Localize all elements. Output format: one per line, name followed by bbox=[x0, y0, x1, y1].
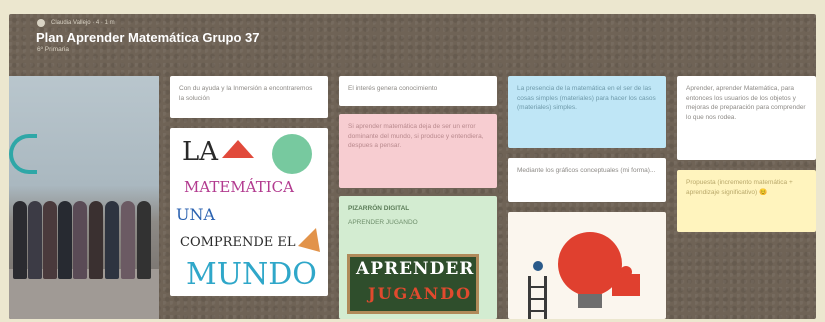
collage-card[interactable]: LA MATEMÁTICA UNA COMPRENDE EL MUNDO bbox=[170, 128, 328, 296]
author-avatar bbox=[37, 19, 45, 27]
sign-bottom-text: JUGANDO bbox=[368, 284, 473, 303]
aprender-jugando-sign: APRENDER JUGANDO bbox=[347, 254, 479, 314]
post-text: La presencia de la matemática en el ser … bbox=[517, 85, 656, 111]
person-figure bbox=[121, 201, 135, 279]
person-figure bbox=[58, 201, 72, 279]
lightbulb-base bbox=[578, 294, 602, 308]
puzzle-knob bbox=[620, 266, 632, 278]
collage-image: LA MATEMÁTICA UNA COMPRENDE EL MUNDO bbox=[176, 134, 320, 292]
ladder-rail bbox=[544, 276, 547, 319]
group-photo[interactable] bbox=[9, 76, 159, 319]
person-figure bbox=[43, 201, 57, 279]
puzzle-card[interactable] bbox=[508, 212, 666, 319]
post-card-yellow[interactable]: Propuesta (incremento matemática + apren… bbox=[677, 170, 816, 232]
board-title: Plan Aprender Matemática Grupo 37 bbox=[36, 30, 260, 45]
post-title: PIZARRÓN DIGITAL bbox=[348, 205, 410, 212]
lightbulb-puzzle-image bbox=[528, 232, 640, 319]
post-card[interactable]: Mediante los gráficos conceptuales (mi f… bbox=[508, 158, 666, 202]
person-figure bbox=[73, 201, 87, 279]
ladder-step bbox=[528, 310, 547, 312]
post-text: Propuesta (incremento matemática + apren… bbox=[686, 179, 793, 196]
post-text: Mediante los gráficos conceptuales (mi f… bbox=[517, 167, 656, 174]
board-subtitle: 6º Primaria bbox=[37, 46, 69, 53]
post-card[interactable]: Aprender, aprender Matemática, para ento… bbox=[677, 76, 816, 160]
post-card-green[interactable]: PIZARRÓN DIGITAL APRENDER JUGANDO APREND… bbox=[339, 196, 497, 319]
teal-decoration bbox=[9, 134, 37, 174]
collage-line1: LA bbox=[182, 137, 219, 167]
collage-line3: UNA bbox=[176, 205, 215, 224]
person-figure bbox=[13, 201, 27, 279]
ladder-rail bbox=[528, 276, 531, 319]
padlet-board: Claudia Vallejo · 4 · 1 m Plan Aprender … bbox=[9, 14, 816, 319]
post-card-pink[interactable]: Si aprender matemática deja de ser un er… bbox=[339, 114, 497, 188]
post-card[interactable]: El interés genera conocimiento bbox=[339, 76, 497, 106]
person-figure bbox=[28, 201, 42, 279]
post-card-blue[interactable]: La presencia de la matemática en el ser … bbox=[508, 76, 666, 148]
person-icon bbox=[533, 261, 543, 271]
circle-shape bbox=[272, 134, 312, 174]
collage-line2: MATEMÁTICA bbox=[184, 178, 294, 196]
post-text: El interés genera conocimiento bbox=[348, 85, 438, 92]
post-text: Con du ayuda y la Inmersión a encontrare… bbox=[179, 85, 313, 102]
post-card[interactable]: Con du ayuda y la Inmersión a encontrare… bbox=[170, 76, 328, 118]
board-header: Claudia Vallejo · 4 · 1 m Plan Aprender … bbox=[9, 14, 816, 74]
board-meta: Claudia Vallejo · 4 · 1 m bbox=[37, 19, 115, 27]
sign-top-text: APRENDER bbox=[356, 259, 475, 279]
collage-line4: COMPRENDE EL bbox=[180, 235, 296, 250]
ladder-step bbox=[528, 298, 547, 300]
triangle-shape bbox=[222, 140, 254, 158]
post-subtitle: APRENDER JUGANDO bbox=[348, 218, 418, 226]
ladder-step bbox=[528, 286, 547, 288]
collage-line5: MUNDO bbox=[186, 257, 317, 292]
person-figure bbox=[89, 201, 103, 279]
person-figure bbox=[105, 201, 119, 279]
post-text: Si aprender matemática deja de ser un er… bbox=[348, 123, 484, 149]
person-figure bbox=[137, 201, 151, 279]
triangle-shape bbox=[298, 228, 320, 252]
post-text: Aprender, aprender Matemática, para ento… bbox=[686, 85, 806, 121]
board-meta-text: Claudia Vallejo · 4 · 1 m bbox=[51, 20, 115, 26]
